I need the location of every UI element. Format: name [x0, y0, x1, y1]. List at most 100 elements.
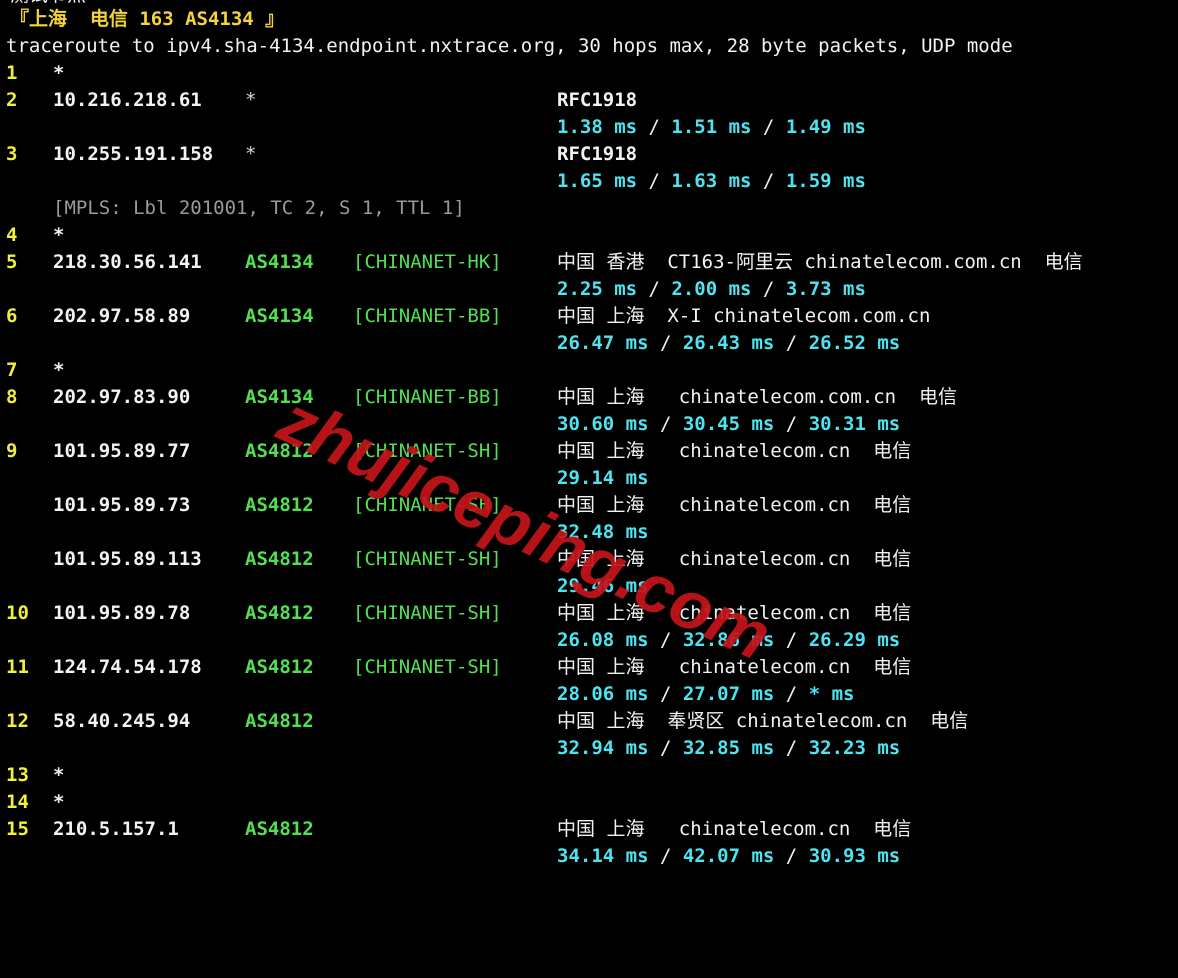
hop-rtt-row: 32.94 ms / 32.85 ms / 32.23 ms — [0, 735, 900, 762]
rtt-value: 1.49 ms — [785, 116, 866, 138]
hop-rtt-row: 1.38 ms / 1.51 ms / 1.49 ms — [0, 114, 866, 141]
rtt-separator: / — [648, 332, 683, 354]
hop-row: 3 10.255.191.158 * RFC1918 — [0, 141, 637, 168]
hop-row: 9 101.95.89.77 AS4812 [CHINANET-SH] 中国 上… — [0, 438, 911, 465]
rtt-value: 42.07 ms — [682, 845, 775, 867]
hop-asn: AS4812 — [245, 602, 314, 624]
rtt-value: 29.14 ms — [557, 467, 649, 489]
rtt-value: 30.45 ms — [682, 413, 775, 435]
hop-network-tag: [CHINANET-SH] — [353, 602, 502, 624]
hop-number: 15 — [6, 818, 29, 840]
hop-ip: 218.30.56.141 — [53, 251, 202, 273]
hop-geo: 中国 香港 CT163-阿里云 chinatelecom.com.cn 电信 — [557, 251, 1083, 273]
rtt-separator: / — [648, 683, 683, 705]
rtt-separator: / — [774, 737, 809, 759]
hop-ip: 202.97.58.89 — [53, 305, 191, 327]
rtt-separator: / — [648, 413, 683, 435]
hop-row-alt: 101.95.89.73 AS4812 [CHINANET-SH] 中国 上海 … — [0, 492, 911, 519]
hop-row: 8 202.97.83.90 AS4134 [CHINANET-BB] 中国 上… — [0, 384, 957, 411]
rtt-value: 1.65 ms — [557, 170, 638, 192]
rtt-value: 26.08 ms — [557, 629, 649, 651]
rtt-separator: / — [774, 629, 809, 651]
rtt-separator: / — [751, 116, 786, 138]
rtt-value: 26.52 ms — [808, 332, 901, 354]
rtt-value: 26.43 ms — [682, 332, 775, 354]
hop-ip: * — [53, 359, 65, 381]
hop-row: 10 101.95.89.78 AS4812 [CHINANET-SH] 中国 … — [0, 600, 911, 627]
hop-ip: * — [53, 791, 65, 813]
hop-rtt-row: 34.14 ms / 42.07 ms / 30.93 ms — [0, 843, 900, 870]
hop-row: 7 * — [0, 357, 64, 384]
rtt-separator: / — [751, 278, 786, 300]
hop-ip: 58.40.245.94 — [53, 710, 191, 732]
rtt-value: 1.59 ms — [785, 170, 866, 192]
rtt-value: 3.73 ms — [785, 278, 866, 300]
hop-row: 12 58.40.245.94 AS4812 中国 上海 奉贤区 chinate… — [0, 708, 968, 735]
hop-geo: 中国 上海 X-I chinatelecom.com.cn — [557, 305, 931, 327]
hop-ip: * — [53, 224, 65, 246]
hop-row: 14 * — [0, 789, 64, 816]
hop-row: 5 218.30.56.141 AS4134 [CHINANET-HK] 中国 … — [0, 249, 1083, 276]
hop-rtt: 29.14 ms — [557, 465, 649, 492]
rtt-value: 34.14 ms — [557, 845, 649, 867]
rtt-separator: / — [637, 116, 672, 138]
hop-number: 1 — [6, 62, 18, 84]
rtt-separator: / — [774, 332, 809, 354]
hop-ip: 101.95.89.73 — [53, 494, 191, 516]
rtt-value: 32.85 ms — [682, 737, 775, 759]
hop-rtt: 30.60 ms / 30.45 ms / 30.31 ms — [557, 411, 900, 438]
rtt-separator: / — [751, 170, 786, 192]
rtt-value: 27.07 ms — [682, 683, 775, 705]
rtt-value: 32.23 ms — [808, 737, 901, 759]
rtt-separator: / — [648, 737, 683, 759]
hop-network-tag: [CHINANET-SH] — [353, 656, 502, 678]
hop-rtt: 2.25 ms / 2.00 ms / 3.73 ms — [557, 276, 866, 303]
hop-number: 9 — [6, 440, 18, 462]
hop-rtt-row: 32.48 ms — [0, 519, 649, 546]
hop-asn: AS4134 — [245, 305, 314, 327]
hop-geo: 中国 上海 chinatelecom.cn 电信 — [557, 818, 912, 840]
hop-number: 13 — [6, 764, 29, 786]
hop-rtt: 1.38 ms / 1.51 ms / 1.49 ms — [557, 114, 866, 141]
hop-asn: AS4812 — [245, 548, 314, 570]
rtt-value: 28.06 ms — [557, 683, 649, 705]
hop-rtt-row: 26.47 ms / 26.43 ms / 26.52 ms — [0, 330, 900, 357]
hop-geo: 中国 上海 奉贤区 chinatelecom.cn 电信 — [557, 710, 969, 732]
hop-number: 6 — [6, 305, 18, 327]
hop-ip: 124.74.54.178 — [53, 656, 202, 678]
probe-header-text: 『上海 电信 163 AS4134 』 — [10, 8, 285, 30]
rtt-value: 2.00 ms — [671, 278, 752, 300]
hop-ip: 10.255.191.158 — [53, 143, 214, 165]
hop-rtt-row: 2.25 ms / 2.00 ms / 3.73 ms — [0, 276, 866, 303]
hop-asn: * — [245, 89, 257, 111]
hop-number: 4 — [6, 224, 18, 246]
hop-ip: * — [53, 764, 65, 786]
traceroute-title: traceroute to ipv4.sha-4134.endpoint.nxt… — [0, 33, 1178, 60]
hop-row: 4 * — [0, 222, 64, 249]
rtt-value: 32.94 ms — [557, 737, 649, 759]
rtt-value: * ms — [808, 683, 855, 705]
probe-header: 『上海 电信 163 AS4134 』 — [0, 6, 1178, 33]
hop-geo: RFC1918 — [557, 89, 638, 111]
hop-number: 8 — [6, 386, 18, 408]
hop-ip: 10.216.218.61 — [53, 89, 202, 111]
hop-rtt-row: 1.65 ms / 1.63 ms / 1.59 ms — [0, 168, 866, 195]
rtt-separator: / — [637, 170, 672, 192]
rtt-value: 1.63 ms — [671, 170, 752, 192]
hop-rtt-row: 26.08 ms / 32.86 ms / 26.29 ms — [0, 627, 900, 654]
hop-ip: 101.95.89.113 — [53, 548, 202, 570]
hop-geo: 中国 上海 chinatelecom.cn 电信 — [557, 440, 912, 462]
hop-rtt: 1.65 ms / 1.63 ms / 1.59 ms — [557, 168, 866, 195]
hop-asn: AS4812 — [245, 818, 314, 840]
hop-rtt-row: 30.60 ms / 30.45 ms / 30.31 ms — [0, 411, 900, 438]
hop-number: 12 — [6, 710, 29, 732]
hop-network-tag: [CHINANET-HK] — [353, 251, 502, 273]
hop-number: 10 — [6, 602, 29, 624]
hop-row: 13 * — [0, 762, 64, 789]
rtt-value: 30.31 ms — [808, 413, 901, 435]
hop-asn: * — [245, 143, 257, 165]
rtt-value: 30.93 ms — [808, 845, 901, 867]
rtt-value: 1.38 ms — [557, 116, 638, 138]
hop-row: 1 * — [0, 60, 64, 87]
rtt-value: 30.60 ms — [557, 413, 649, 435]
